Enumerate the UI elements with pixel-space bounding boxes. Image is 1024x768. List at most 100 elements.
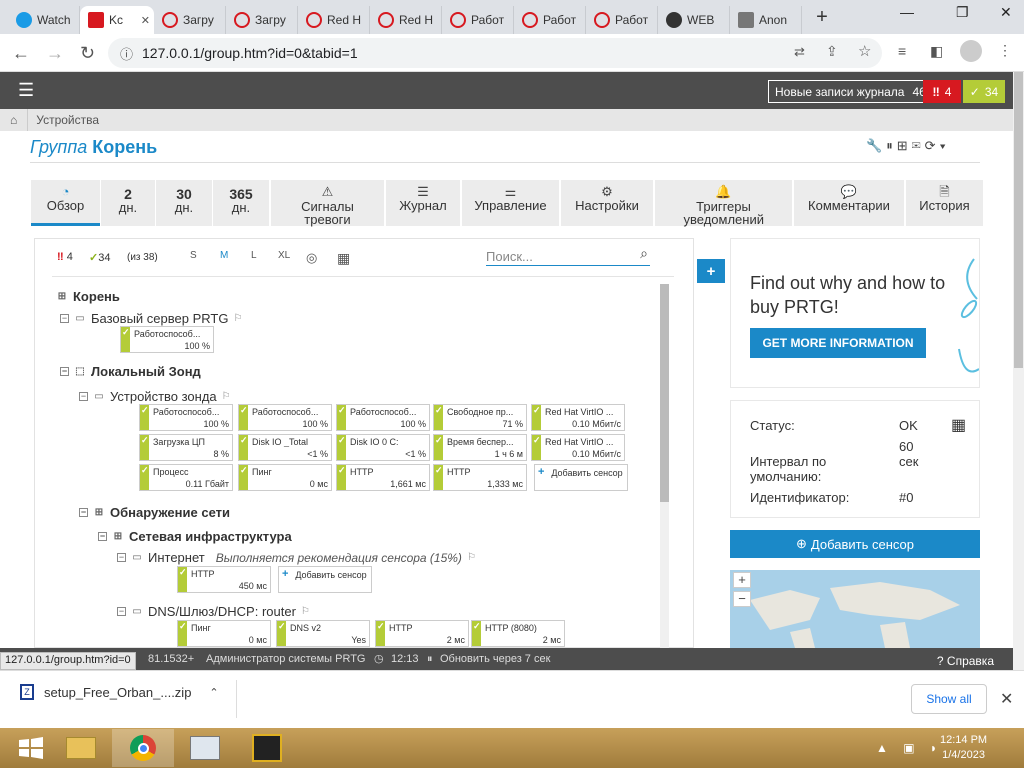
tree-dns-router[interactable]: − ▭ DNS/Шлюз/DHCP: router ⚐ <box>117 604 310 619</box>
collapse-icon[interactable]: − <box>60 314 69 323</box>
tab-30-days[interactable]: 30 дн. <box>156 180 212 226</box>
chevron-up-icon[interactable]: ⌃ <box>209 686 218 699</box>
get-more-info-button[interactable]: GET MORE INFORMATION <box>750 328 926 358</box>
add-sensor-tile[interactable]: + Добавить сенсор <box>534 464 628 491</box>
refresh-icon[interactable]: ⟳ <box>925 138 940 153</box>
media-icon[interactable]: ≡ <box>898 43 906 59</box>
geo-map[interactable]: + − <box>730 570 980 648</box>
new-tab-button[interactable]: + <box>812 6 832 29</box>
monitor-app-icon[interactable] <box>174 729 236 767</box>
tree-probe-device[interactable]: − ▭ Устройство зонда ⚐ <box>79 389 231 404</box>
browser-tab[interactable]: Работ <box>514 6 586 34</box>
forward-icon[interactable]: → <box>46 43 64 64</box>
sensor-tile[interactable]: Disk IO 0 C:<1 % <box>336 434 430 461</box>
tab-alarms[interactable]: ⚠ Сигналы тревоги <box>271 180 384 226</box>
add-sensor-tile[interactable]: + Добавить сенсор <box>278 566 372 593</box>
expand-plus-button[interactable]: + <box>697 259 725 283</box>
sidebar-icon[interactable]: ◧ <box>930 43 943 60</box>
sensor-tile[interactable]: Работоспособ...100 % <box>238 404 332 431</box>
size-xl-button[interactable]: XL <box>278 250 290 261</box>
collapse-icon[interactable]: − <box>98 532 107 541</box>
tab-log[interactable]: ☰ Журнал <box>386 180 460 226</box>
sensor-tile[interactable]: Работоспособ...100 % <box>336 404 430 431</box>
search-icon[interactable]: ⌕ <box>640 245 648 262</box>
add-icon[interactable]: ⊞ <box>897 138 912 153</box>
collapse-icon[interactable]: − <box>79 392 88 401</box>
url-field[interactable]: ⓘ 127.0.0.1/group.htm?id=0&tabid=1 ⇄ ⇪ ☆ <box>108 38 882 68</box>
taskbar-clock[interactable]: 12:14 PM 1/4/2023 <box>940 733 987 763</box>
pause-icon[interactable]: ⏸ <box>427 653 433 666</box>
sensor-tile[interactable]: DNS v2Yes <box>276 620 370 647</box>
collapse-icon[interactable]: − <box>117 607 126 616</box>
flag-icon[interactable]: ⚐ <box>222 391 231 402</box>
reload-icon[interactable]: ↻ <box>80 43 95 64</box>
help-link[interactable]: ? Справка <box>937 654 994 668</box>
sensor-tile[interactable]: HTTP2 мс <box>375 620 469 647</box>
browser-tab[interactable]: Загру <box>226 6 298 34</box>
target-icon[interactable]: ◎ <box>306 250 317 266</box>
wrench-icon[interactable]: 🔧 <box>866 138 886 153</box>
browser-tab[interactable]: Red H <box>298 6 370 34</box>
minimize-icon[interactable]: — <box>900 4 914 20</box>
sensor-tile[interactable]: Red Hat VirtIO ...0.10 Мбит/с <box>531 404 625 431</box>
sensor-tile[interactable]: HTTP1,333 мс <box>433 464 527 491</box>
tree-network-discovery[interactable]: − ⊞ Обнаружение сети <box>79 505 230 520</box>
close-download-bar-icon[interactable]: ✕ <box>1000 689 1013 709</box>
sensor-tile[interactable]: Время беспер...1 ч 6 м <box>433 434 527 461</box>
sensor-tile[interactable]: HTTP1,661 мс <box>336 464 430 491</box>
sensor-tile[interactable]: Disk IO _Total<1 % <box>238 434 332 461</box>
profile-avatar[interactable] <box>960 40 982 62</box>
browser-tab[interactable]: Red H <box>370 6 442 34</box>
tree-internet[interactable]: − ▭ Интернет Выполняется рекомендация сенсо… <box>117 550 476 565</box>
collapse-icon[interactable]: − <box>60 367 69 376</box>
zoom-in-button[interactable]: + <box>733 572 751 588</box>
browser-tab[interactable]: Работ <box>586 6 658 34</box>
collapse-icon[interactable]: − <box>117 553 126 562</box>
browser-tab[interactable]: Загру <box>154 6 226 34</box>
tab-overview[interactable]: ◔ Обзор <box>31 180 100 226</box>
sensor-tile[interactable]: Red Hat VirtIO ...0.10 Мбит/с <box>531 434 625 461</box>
zoom-out-button[interactable]: − <box>733 591 751 607</box>
breadcrumb-devices[interactable]: Устройства <box>36 113 99 127</box>
system-tray-icons[interactable]: ▲ ▣ ◗ <box>876 741 943 755</box>
pause-icon[interactable]: ⏸ <box>886 138 897 153</box>
refresh-countdown[interactable]: Обновить через 7 сек <box>440 653 550 665</box>
error-count-badge[interactable]: ‼ 4 <box>923 80 961 103</box>
tab-management[interactable]: ⚌ Управление <box>462 180 559 226</box>
size-s-button[interactable]: S <box>190 250 197 261</box>
tab-notification-triggers[interactable]: 🔔 Триггеры уведомлений <box>655 180 792 226</box>
sensor-tile[interactable]: HTTP (8080)2 мс <box>471 620 565 647</box>
close-window-icon[interactable]: ✕ <box>1000 4 1012 21</box>
add-sensor-button[interactable]: ⊕ Добавить сенсор <box>730 530 980 558</box>
tab-settings[interactable]: ⚙ Настройки <box>561 180 653 226</box>
sensor-tile[interactable]: Пинг0 мс <box>177 620 271 647</box>
ok-count-badge[interactable]: ✓ 34 <box>963 80 1005 103</box>
bookmark-star-icon[interactable]: ☆ <box>858 42 871 60</box>
tree-local-probe[interactable]: − ⬚ Локальный Зонд <box>60 364 201 379</box>
download-item[interactable]: Zsetup_Free_Orban_....zip ⌃ <box>20 684 219 700</box>
sensor-tile[interactable]: Работоспособ...100 % <box>120 326 214 353</box>
info-icon[interactable]: ⓘ <box>120 44 133 63</box>
chevron-down-icon[interactable]: ▾ <box>939 138 949 153</box>
page-scrollbar-thumb[interactable] <box>1014 72 1023 368</box>
tree-scrollbar-thumb[interactable] <box>660 284 669 502</box>
hamburger-menu-icon[interactable]: ☰ <box>18 80 34 101</box>
sensor-tile[interactable]: Процесс0.11 Гбайт <box>139 464 233 491</box>
close-tab-icon[interactable]: ✕ <box>141 14 150 27</box>
share-icon[interactable]: ⇪ <box>826 43 838 60</box>
flag-icon[interactable]: ⚐ <box>301 606 310 617</box>
tab-comments[interactable]: 💬 Комментарии <box>794 180 904 226</box>
restore-icon[interactable]: ❐ <box>956 4 969 21</box>
collapse-icon[interactable]: − <box>79 508 88 517</box>
tree-network-infra[interactable]: − ⊞ Сетевая инфраструктура <box>98 529 292 544</box>
back-icon[interactable]: ← <box>12 43 30 64</box>
flag-icon[interactable]: ⚐ <box>467 552 476 563</box>
qr-code-icon[interactable]: ▦ <box>951 415 966 435</box>
chrome-icon[interactable] <box>112 729 174 767</box>
size-l-button[interactable]: L <box>251 250 257 261</box>
tab-365-days[interactable]: 365 дн. <box>213 180 269 226</box>
file-explorer-icon[interactable] <box>50 729 112 767</box>
mail-icon[interactable]: ✉ <box>912 138 925 153</box>
browser-tab[interactable]: Работ <box>442 6 514 34</box>
tab-history[interactable]: 🗎 История <box>906 180 983 226</box>
